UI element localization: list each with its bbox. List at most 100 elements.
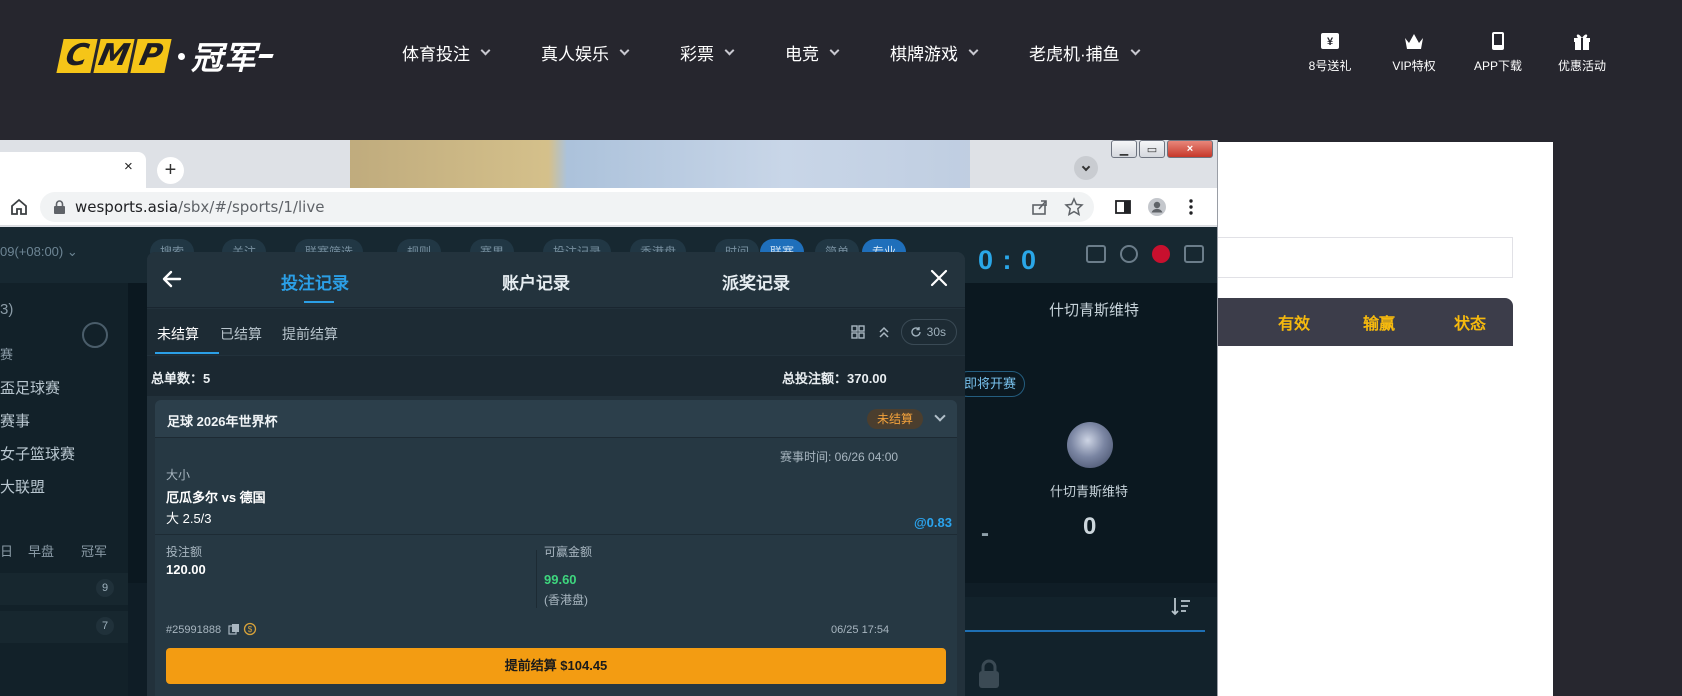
sidebar-tab-outright[interactable]: 冠军 [81,541,107,560]
sidebar-count: 3) [0,301,14,318]
browser-toolbar: wesports.asia/sbx/#/sports/1/live [0,188,1217,226]
home-icon[interactable] [9,197,29,217]
underlying-page-panel [1217,142,1553,696]
cashout-button[interactable]: 提前结算 $104.45 [166,648,946,684]
close-icon[interactable] [928,267,950,289]
timezone-selector[interactable]: 09(+08:00) ⌄ [0,244,78,260]
win-amount: 99.60 [544,572,577,587]
action-label: 8号送礼 [1308,59,1352,73]
china-flag-icon[interactable] [1152,245,1170,263]
nav-lottery[interactable]: 彩票 [680,40,735,65]
nav-slots-fishing[interactable]: 老虎机·捕鱼 [1029,40,1141,65]
match-teams: 厄瓜多尔 vs 德国 [166,490,266,505]
lock-icon[interactable] [54,200,65,214]
sidebar-tab-early[interactable]: 早盘 [28,541,54,560]
nav-esports[interactable]: 电竞 [785,40,840,65]
tab-close-icon[interactable]: × [124,158,133,175]
promotions-button[interactable]: 优惠活动 [1540,30,1624,74]
toolbar-right [1113,197,1201,217]
gift-8-button[interactable]: ¥ 8号送礼 [1288,30,1372,74]
subtab-cashout[interactable]: 提前结算 [282,324,338,344]
site-logo[interactable]: CMP 冠军 [56,33,274,79]
score-dash: - [981,520,989,547]
refresh-icon[interactable] [82,322,108,348]
profile-avatar-icon[interactable] [1147,197,1167,217]
collapse-all-icon[interactable] [876,324,892,340]
bet-card: 足球 2026年世界杯 未结算 赛事时间: 06/26 04:00 大小 厄瓜多… [155,400,957,696]
tab-account-records[interactable]: 账户记录 [502,269,570,294]
nav-card-games[interactable]: 棋牌游戏 [890,40,979,65]
action-label: VIP特权 [1392,59,1436,73]
bet-records-modal: 投注记录 账户记录 派奖记录 未结算 已结算 提前结算 30s 总单数：5 总投… [147,252,965,696]
sort-icon[interactable] [1170,595,1192,617]
card-vertical-divider [536,550,537,608]
url-text[interactable]: wesports.asia/sbx/#/sports/1/live [75,198,324,216]
chevron-down-icon [1130,45,1141,56]
more-menu-icon[interactable] [1181,197,1201,217]
count-badge: 9 [96,579,114,597]
tab-strip: × + [0,140,1217,188]
new-tab-button[interactable]: + [157,157,184,184]
lock-icon [979,659,999,688]
nav-label: 真人娱乐 [541,45,609,64]
tab-search-button[interactable] [1074,156,1098,180]
stake-label: 投注额 [166,545,203,559]
share-icon[interactable] [1030,197,1050,217]
chevron-down-icon[interactable] [934,410,946,422]
close-window-button[interactable]: × [1167,140,1213,158]
ticket-id: #25991888 [166,624,222,636]
sidebar-section: 赛 [0,347,14,362]
odds-type: (香港盘) [544,593,588,607]
chevron-down-icon [1081,162,1091,171]
stake-amount: 120.00 [166,562,206,577]
underlying-search-field[interactable] [1217,237,1513,278]
nav-label: 电竞 [785,45,819,64]
cashout-coin-icon[interactable]: $ [243,622,257,636]
tab-bet-records[interactable]: 投注记录 [281,269,349,294]
copy-icon[interactable] [228,623,240,635]
team-score: 0 [1083,513,1097,540]
logo-dash [258,54,274,58]
auto-refresh-button[interactable]: 30s [901,319,957,345]
bet-card-header[interactable]: 足球 2026年世界杯 未结算 [155,400,957,438]
action-label: APP下载 [1473,59,1522,73]
grid-view-icon[interactable] [850,324,866,340]
sidebar-item[interactable]: 盃足球赛 [0,377,60,398]
refresh-countdown: 30s [926,325,946,339]
bet-odds: @0.83 [914,515,952,530]
subtab-settled[interactable]: 已结算 [220,324,262,344]
app-download-button[interactable]: APP下载 [1456,30,1540,74]
mail-icon[interactable] [1086,245,1106,263]
bet-summary: 总单数：5 总投注额：370.00 [147,356,965,396]
theme-toggle-icon[interactable] [1120,245,1138,263]
bet-league-title: 足球 2026年世界杯 [167,414,278,429]
back-arrow-icon[interactable] [161,268,183,290]
sidebar-item[interactable]: 女子篮球赛 [0,443,75,464]
settings-sliders-icon[interactable] [1184,245,1204,263]
nav-sports[interactable]: 体育投注 [402,40,491,65]
count-badge: 7 [96,617,114,635]
sidebar-tab[interactable]: 日 [0,541,13,560]
bookmark-star-icon[interactable] [1064,197,1084,217]
tab-payout-records[interactable]: 派奖记录 [722,269,790,294]
team-name: 什切青斯维特 [1049,302,1140,319]
address-bar[interactable]: wesports.asia/sbx/#/sports/1/live [40,192,1094,222]
maximize-button[interactable]: ▭ [1139,140,1165,158]
vip-button[interactable]: VIP特权 [1372,30,1456,74]
settlement-subtabs: 未结算 已结算 提前结算 30s [147,309,965,355]
match-time: 赛事时间: 06/26 04:00 [780,450,899,464]
sidebar-item[interactable]: 赛事 [0,410,30,431]
minimize-button[interactable]: ▁ [1111,140,1137,158]
nav-live-casino[interactable]: 真人娱乐 [541,40,630,65]
sidebar-item[interactable]: 大联盟 [0,476,45,497]
total-orders: 总单数：5 [151,371,211,386]
site-header: CMP 冠军 体育投注 真人娱乐 彩票 电竞 棋牌游戏 老虎机·捕鱼 ¥ 8号送… [0,0,1682,100]
bet-selection: 大 2.5/3 [166,511,212,526]
url-path: /sbx/#/sports/1/live [178,198,325,216]
chevron-down-icon [724,45,735,56]
live-score: 0 : 0 [978,245,1038,275]
subtab-unsettled[interactable]: 未结算 [157,324,199,344]
main-nav: 体育投注 真人娱乐 彩票 电竞 棋牌游戏 老虎机·捕鱼 [402,40,1191,65]
side-panel-icon[interactable] [1113,197,1133,217]
placed-time: 06/25 17:54 [831,624,890,636]
